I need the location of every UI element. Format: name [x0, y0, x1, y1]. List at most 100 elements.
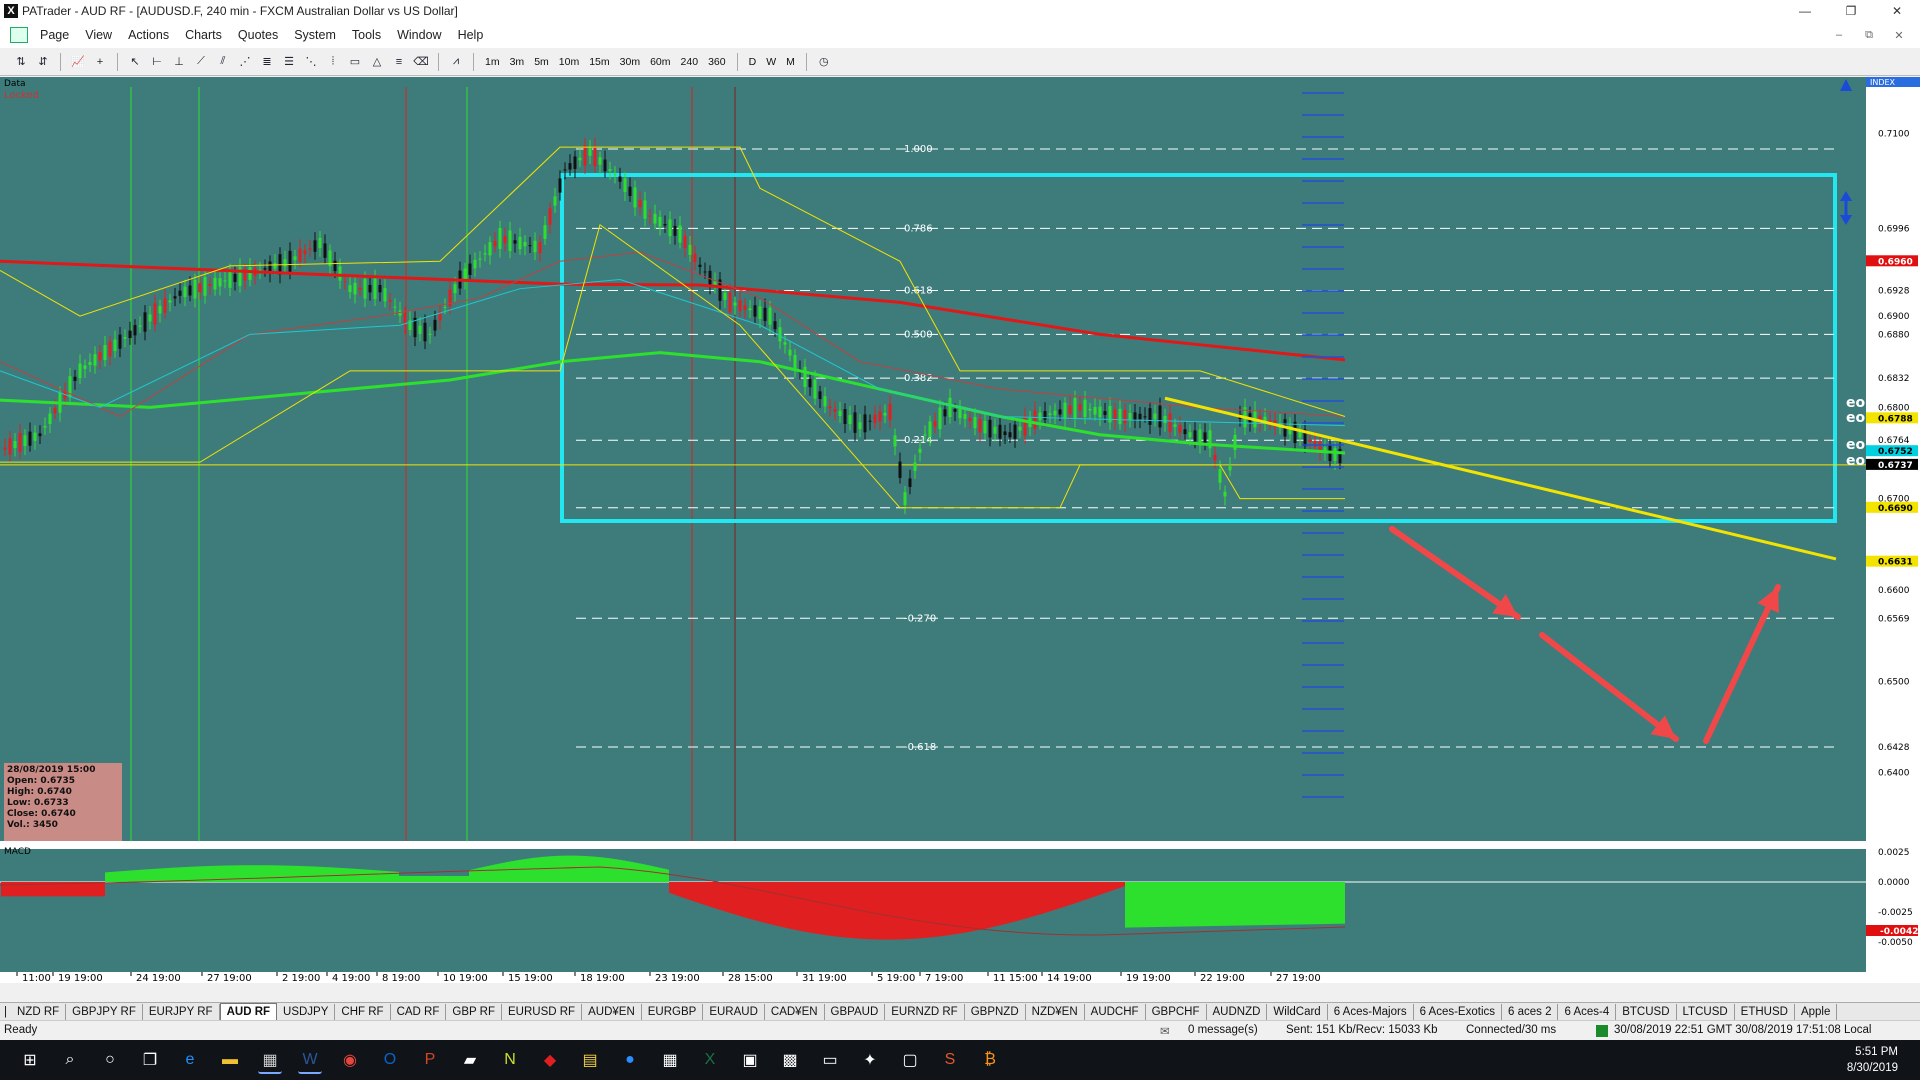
indicator-icon[interactable]: ⩘ [448, 54, 464, 70]
period-weekly[interactable]: W [761, 56, 781, 68]
page-icon[interactable] [10, 27, 28, 43]
fib-extension-icon[interactable]: ☰ [281, 54, 297, 70]
tab-6-aces-exotics[interactable]: 6 Aces-Exotics [1414, 1004, 1502, 1020]
close-button[interactable]: ✕ [1874, 0, 1920, 22]
tab-gbp-rf[interactable]: GBP RF [446, 1004, 502, 1020]
tab-eurjpy-rf[interactable]: EURJPY RF [143, 1004, 220, 1020]
photo-icon[interactable]: ▩ [778, 1048, 802, 1072]
mail-icon[interactable]: ✉ [1160, 1024, 1170, 1038]
channel-icon[interactable]: ⫽ [215, 54, 231, 70]
mdi-close-button[interactable]: ✕ [1884, 26, 1914, 44]
files-icon[interactable]: ▭ [818, 1048, 842, 1072]
app-gray-icon[interactable]: ▢ [898, 1048, 922, 1072]
tab-6-aces-majors[interactable]: 6 Aces-Majors [1328, 1004, 1414, 1020]
period-monthly[interactable]: M [781, 56, 800, 68]
minimize-button[interactable]: — [1782, 0, 1828, 22]
mdi-restore-button[interactable]: ⧉ [1854, 26, 1884, 44]
gann-icon[interactable]: ⋱ [303, 54, 319, 70]
tab-btcusd[interactable]: BTCUSD [1616, 1004, 1677, 1020]
tab-cad-rf[interactable]: CAD RF [391, 1004, 447, 1020]
menu-tools[interactable]: Tools [344, 28, 389, 42]
menu-view[interactable]: View [77, 28, 120, 42]
cortana-icon[interactable]: ○ [98, 1048, 122, 1072]
tab-chf-rf[interactable]: CHF RF [335, 1004, 391, 1020]
tab-euraud[interactable]: EURAUD [703, 1004, 765, 1020]
tab-gbpaud[interactable]: GBPAUD [825, 1004, 886, 1020]
tab-wildcard[interactable]: WildCard [1267, 1004, 1328, 1020]
horizontal-line-icon[interactable]: ⊢ [149, 54, 165, 70]
timeframe-240[interactable]: 240 [676, 56, 704, 68]
tab-usdjpy[interactable]: USDJPY [277, 1004, 336, 1020]
app-red-icon[interactable]: ◆ [538, 1048, 562, 1072]
timeframe-10m[interactable]: 10m [554, 56, 584, 68]
bitcoin-icon[interactable]: ₿ [978, 1048, 1002, 1072]
cycle-lines-icon[interactable]: ⦙ [325, 54, 341, 70]
maximize-button[interactable]: ❐ [1828, 0, 1874, 22]
explorer-icon[interactable]: ▬ [218, 1048, 242, 1072]
tab-nzd-en[interactable]: NZD¥EN [1026, 1004, 1085, 1020]
tab-ethusd[interactable]: ETHUSD [1735, 1004, 1795, 1020]
rectangle-icon[interactable]: ▭ [347, 54, 363, 70]
timeframe-360[interactable]: 360 [703, 56, 731, 68]
mdi-minimize-button[interactable]: – [1824, 26, 1854, 44]
patrader-icon[interactable]: ▦ [258, 1048, 282, 1074]
order-icon[interactable]: ⇵ [35, 54, 51, 70]
tab-eurusd-rf[interactable]: EURUSD RF [502, 1004, 583, 1020]
menu-quotes[interactable]: Quotes [230, 28, 286, 42]
buy-sell-icon[interactable]: ⇅ [13, 54, 29, 70]
tab-6-aces-2[interactable]: 6 aces 2 [1502, 1004, 1559, 1020]
text-icon[interactable]: ≡ [391, 54, 407, 70]
timeframe-5m[interactable]: 5m [529, 56, 554, 68]
timeframe-3m[interactable]: 3m [505, 56, 530, 68]
vertical-line-icon[interactable]: ⊥ [171, 54, 187, 70]
clock-icon[interactable]: ◷ [816, 54, 832, 70]
new-chart-icon[interactable]: 📈 [70, 54, 86, 70]
tab-aud-rf[interactable]: AUD RF [219, 1003, 278, 1021]
tab-ltcusd[interactable]: LTCUSD [1677, 1004, 1735, 1020]
tab-apple[interactable]: Apple [1795, 1004, 1838, 1020]
tab-audnzd[interactable]: AUDNZD [1207, 1004, 1268, 1020]
tab-aud-en[interactable]: AUD¥EN [582, 1004, 642, 1020]
calculator-icon[interactable]: ▦ [658, 1048, 682, 1072]
tab-eurnzd-rf[interactable]: EURNZD RF [885, 1004, 965, 1020]
timeframe-30m[interactable]: 30m [615, 56, 645, 68]
snagit-icon[interactable]: S [938, 1048, 962, 1072]
tab-eurgbp[interactable]: EURGBP [642, 1004, 704, 1020]
menu-help[interactable]: Help [450, 28, 492, 42]
word-icon[interactable]: W [298, 1048, 322, 1074]
search-icon[interactable]: ⌕ [58, 1048, 82, 1072]
ninjatrader-icon[interactable]: N [498, 1048, 522, 1072]
period-daily[interactable]: D [744, 56, 762, 68]
start-icon[interactable]: ⊞ [18, 1048, 42, 1072]
tab-6-aces-4[interactable]: 6 Aces-4 [1558, 1004, 1617, 1020]
tab-cad-en[interactable]: CAD¥EN [765, 1004, 825, 1020]
chart-panel[interactable]: INDEX Data Locked MACD 1.000 0.786 0.618 0.500 0… [0, 77, 1920, 983]
menu-charts[interactable]: Charts [177, 28, 230, 42]
app-blue-icon[interactable]: ▣ [738, 1048, 762, 1072]
edge-icon[interactable]: e [178, 1048, 202, 1072]
triangle-icon[interactable]: △ [369, 54, 385, 70]
timeframe-15m[interactable]: 15m [584, 56, 614, 68]
taskbar-clock[interactable]: 5:51 PM 8/30/2019 [1847, 1044, 1898, 1076]
price-chart[interactable]: INDEXDataLockedMACD1.0000.7860.6180.5000… [0, 77, 1920, 983]
pointer-icon[interactable]: ↖ [127, 54, 143, 70]
timeframe-60m[interactable]: 60m [645, 56, 675, 68]
tab-gbpchf[interactable]: GBPCHF [1146, 1004, 1207, 1020]
tab-nzd-rf[interactable]: NZD RF [11, 1004, 67, 1020]
menu-page[interactable]: Page [32, 28, 77, 42]
tab-gbpjpy-rf[interactable]: GBPJPY RF [66, 1004, 143, 1020]
outlook-icon[interactable]: O [378, 1048, 402, 1072]
tab-audchf[interactable]: AUDCHF [1085, 1004, 1146, 1020]
trendline-icon[interactable]: ⟋ [193, 54, 209, 70]
zoom-icon[interactable]: ● [618, 1048, 642, 1072]
notes-icon[interactable]: ▰ [458, 1048, 482, 1072]
excel-icon[interactable]: X [698, 1048, 722, 1072]
fib-fan-icon[interactable]: ⋰ [237, 54, 253, 70]
crosshair-icon[interactable]: + [92, 54, 108, 70]
sticky-icon[interactable]: ▤ [578, 1048, 602, 1072]
fib-retracement-icon[interactable]: ≣ [259, 54, 275, 70]
menu-window[interactable]: Window [389, 28, 449, 42]
powerpoint-icon[interactable]: P [418, 1048, 442, 1072]
chrome-icon[interactable]: ◉ [338, 1048, 362, 1072]
tab-gbpnzd[interactable]: GBPNZD [965, 1004, 1026, 1020]
